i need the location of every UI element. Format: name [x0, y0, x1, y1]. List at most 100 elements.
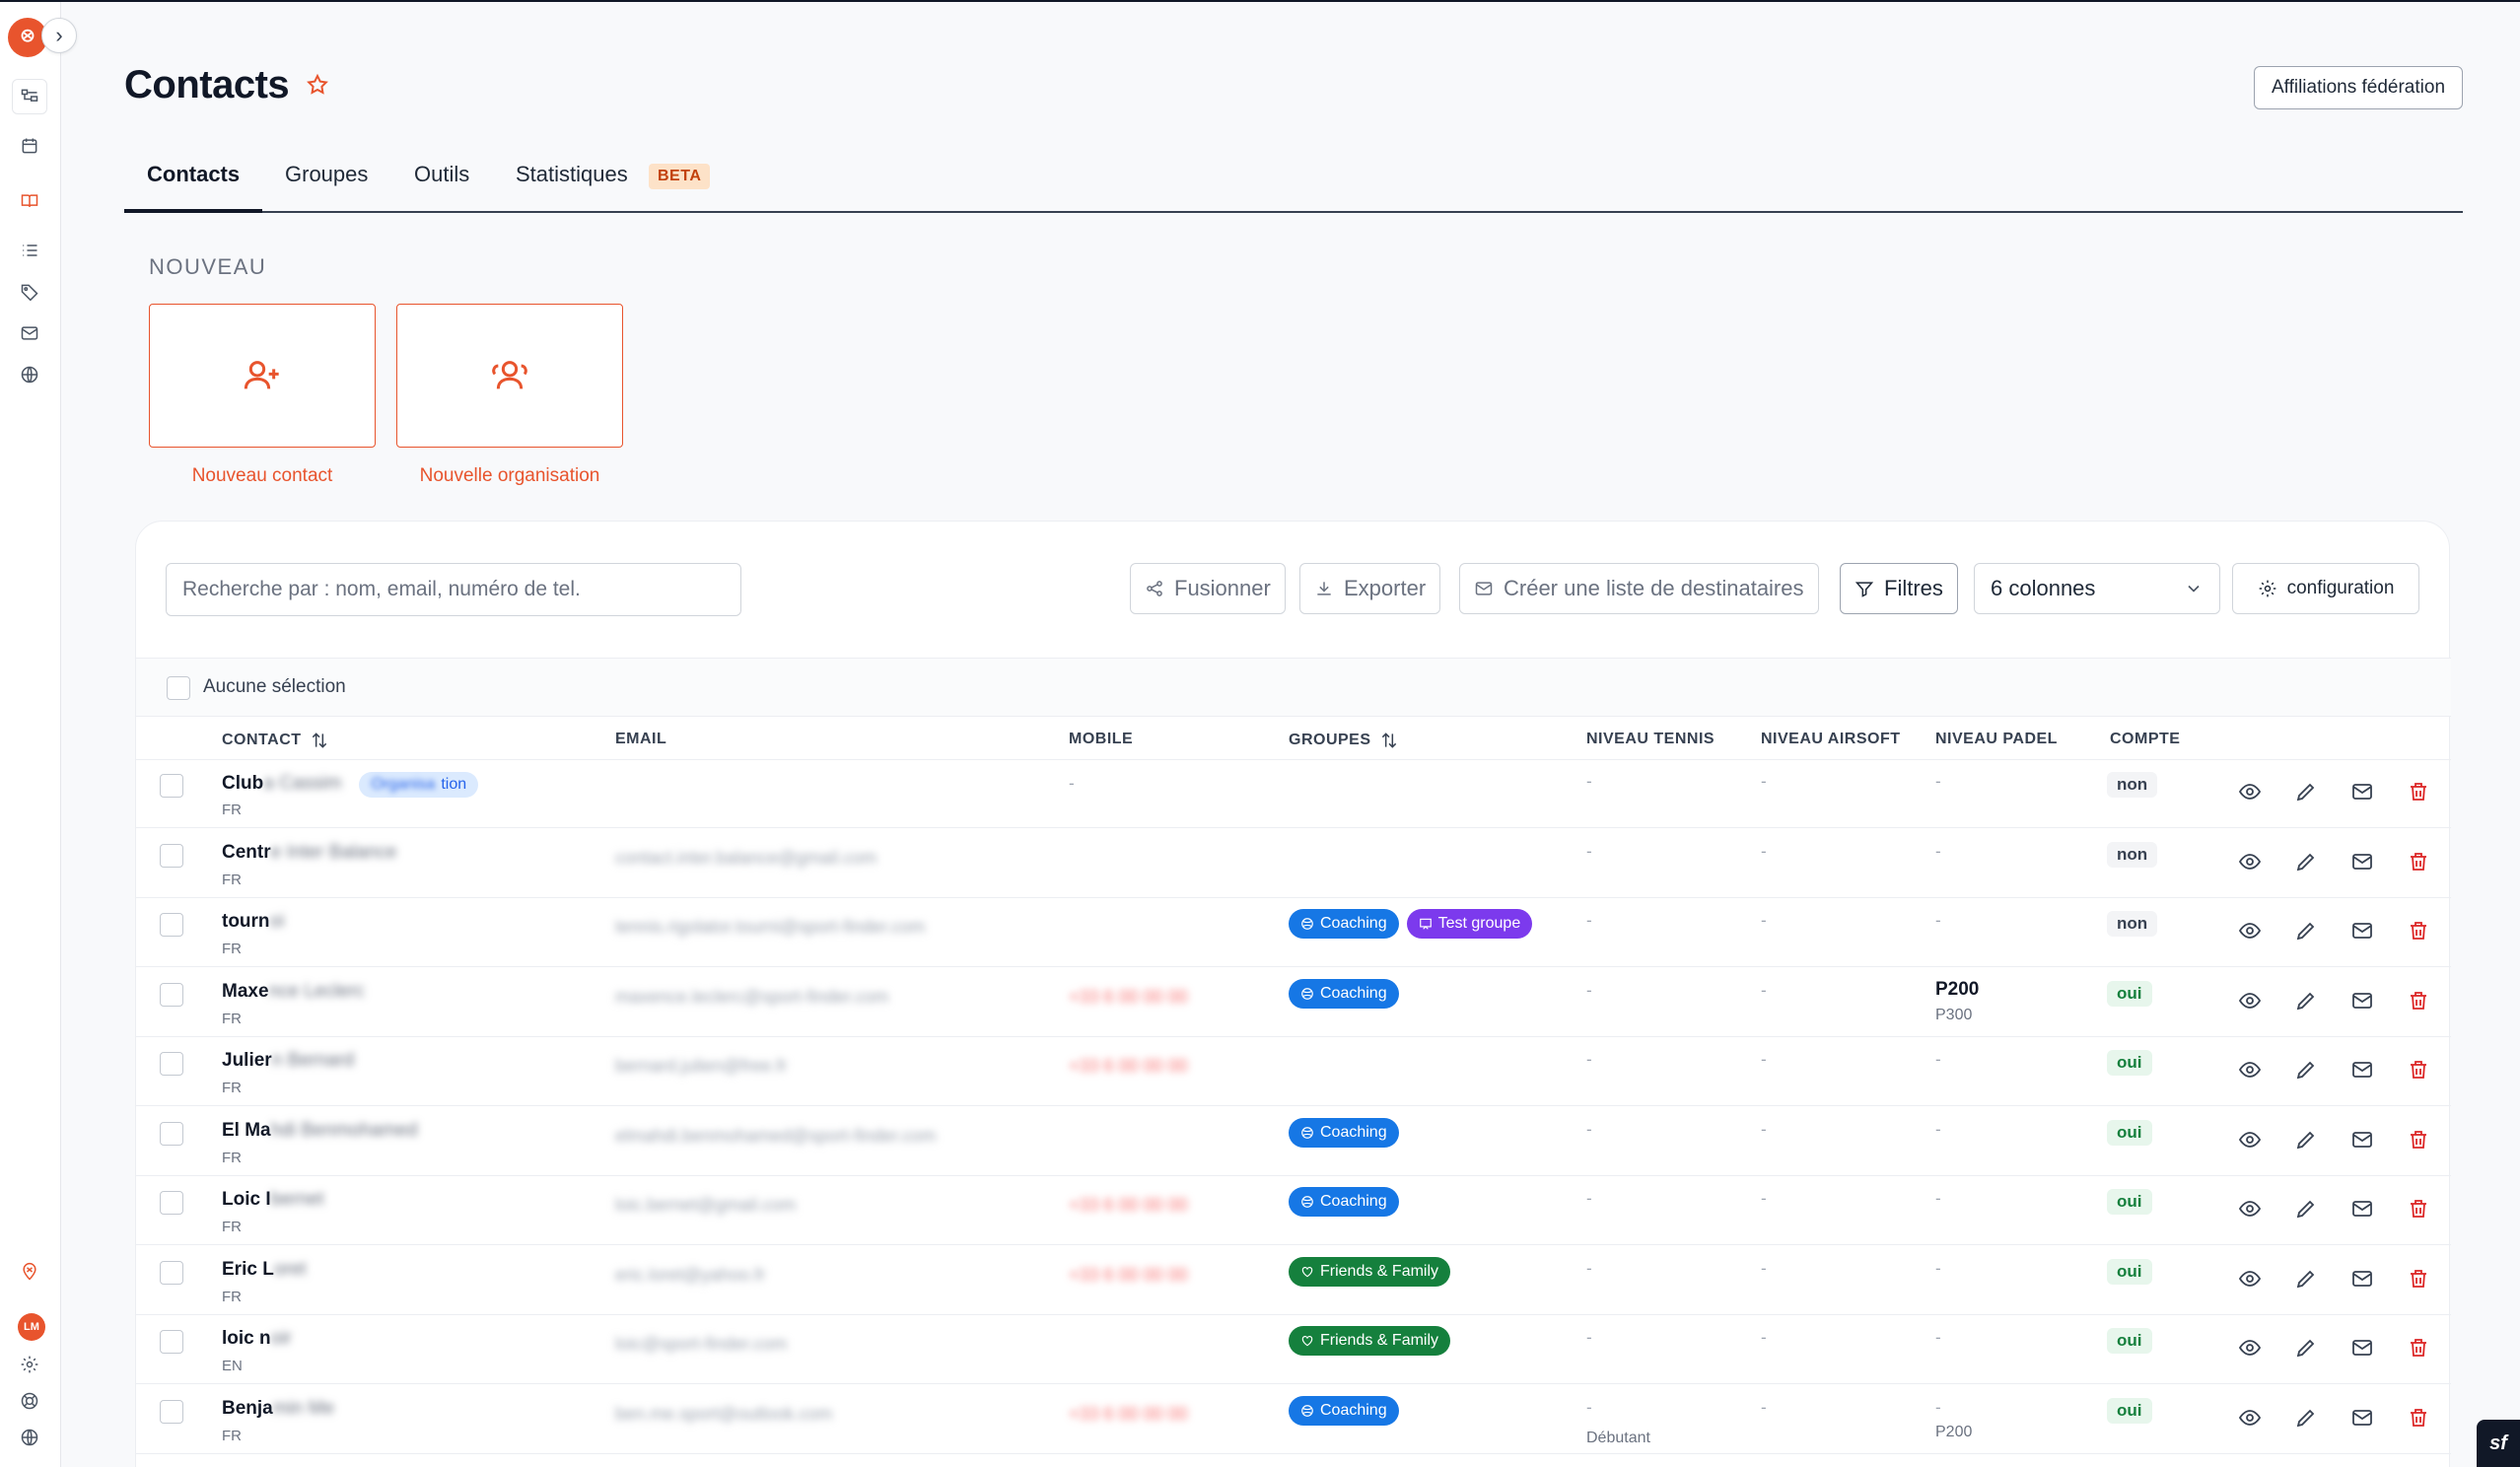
view-eye-icon[interactable]: [2236, 917, 2264, 944]
send-mail-icon[interactable]: [2348, 1334, 2376, 1362]
table-row[interactable]: Eric Loret FR eric.loret@yahoo.fr +33 6 …: [136, 1247, 2451, 1315]
table-row[interactable]: Loic Ibernet FR loic.bernet@gmail.com +3…: [136, 1177, 2451, 1245]
tab-groupes[interactable]: Groupes: [285, 162, 368, 187]
delete-trash-icon[interactable]: [2405, 1265, 2432, 1292]
group-chip[interactable]: Test groupe: [1406, 909, 1533, 939]
table-row[interactable]: loic noir EN loic@sport-finder.com Frien…: [136, 1316, 2451, 1384]
row-checkbox[interactable]: [160, 843, 183, 868]
contact-name[interactable]: Cluba Cassim Organisa tion: [222, 772, 479, 798]
group-chip[interactable]: Coaching: [1289, 1187, 1399, 1217]
edit-pencil-icon[interactable]: [2292, 917, 2320, 944]
table-row[interactable]: Benjamin Me FR ben.me.sport@outlook.com …: [136, 1386, 2451, 1454]
contact-name[interactable]: Eric Loret: [222, 1259, 307, 1281]
sidebar-globe-icon[interactable]: [16, 361, 43, 388]
table-row[interactable]: Juliern Bernard FR bernard.julien@free.f…: [136, 1038, 2451, 1106]
sidebar-tree-icon[interactable]: [12, 79, 47, 114]
view-eye-icon[interactable]: [2236, 1334, 2264, 1362]
sidebar-help-icon[interactable]: [16, 1387, 43, 1415]
user-avatar[interactable]: LM: [18, 1313, 45, 1341]
tab-contacts[interactable]: Contacts: [147, 162, 240, 187]
contact-email[interactable]: loic@sport-finder.com: [615, 1334, 787, 1355]
row-checkbox[interactable]: [160, 1052, 183, 1076]
contact-name[interactable]: El Mahdi Benmohamed: [222, 1120, 418, 1142]
search-input[interactable]: [166, 563, 741, 616]
contact-email[interactable]: loic.bernet@gmail.com: [615, 1195, 796, 1216]
contact-email[interactable]: ben.me.sport@outlook.com: [615, 1404, 832, 1425]
table-row[interactable]: El Mahdi Benmohamed FR elmahdi.benmohame…: [136, 1108, 2451, 1176]
row-checkbox[interactable]: [160, 982, 183, 1007]
delete-trash-icon[interactable]: [2405, 987, 2432, 1014]
contact-email[interactable]: elmahdi.benmohamed@sport-finder.com: [615, 1126, 936, 1147]
tab-outils[interactable]: Outils: [414, 162, 469, 187]
group-chip[interactable]: Friends & Family: [1289, 1256, 1451, 1287]
view-eye-icon[interactable]: [2236, 778, 2264, 805]
contact-name[interactable]: Centre Inter Balance: [222, 842, 396, 864]
group-chip[interactable]: Friends & Family: [1289, 1326, 1451, 1356]
edit-pencil-icon[interactable]: [2292, 1265, 2320, 1292]
table-row[interactable]: Centre Inter Balance FR contact.inter.ba…: [136, 830, 2451, 898]
header-groupes[interactable]: GROUPES: [1289, 731, 1399, 750]
filters-button[interactable]: Filtres: [1840, 563, 1958, 614]
view-eye-icon[interactable]: [2236, 1404, 2264, 1432]
select-all-checkbox[interactable]: [167, 676, 190, 700]
expand-sidebar-button[interactable]: ›: [41, 18, 77, 53]
delete-trash-icon[interactable]: [2405, 1404, 2432, 1432]
columns-select[interactable]: 6 colonnes: [1974, 563, 2220, 614]
row-checkbox[interactable]: [160, 1330, 183, 1354]
edit-pencil-icon[interactable]: [2292, 848, 2320, 875]
edit-pencil-icon[interactable]: [2292, 1334, 2320, 1362]
delete-trash-icon[interactable]: [2405, 1334, 2432, 1362]
contact-name[interactable]: Benjamin Me: [222, 1398, 334, 1420]
view-eye-icon[interactable]: [2236, 1195, 2264, 1222]
send-mail-icon[interactable]: [2348, 1126, 2376, 1153]
send-mail-icon[interactable]: [2348, 1265, 2376, 1292]
contact-email[interactable]: contact.inter.balance@gmail.com: [615, 848, 876, 869]
sidebar-book-icon[interactable]: [16, 187, 43, 215]
row-checkbox[interactable]: [160, 1121, 183, 1146]
contact-email[interactable]: eric.loret@yahoo.fr: [615, 1265, 765, 1286]
new-contact-card[interactable]: [149, 304, 376, 448]
new-organisation-label[interactable]: Nouvelle organisation: [396, 465, 623, 487]
group-chip[interactable]: Coaching: [1289, 909, 1399, 939]
row-checkbox[interactable]: [160, 774, 183, 798]
row-checkbox[interactable]: [160, 1260, 183, 1285]
delete-trash-icon[interactable]: [2405, 848, 2432, 875]
sidebar-language-icon[interactable]: [16, 1424, 43, 1451]
sidebar-calendar-icon[interactable]: [16, 132, 43, 160]
view-eye-icon[interactable]: [2236, 1126, 2264, 1153]
contact-email[interactable]: maxence.leclerc@sport-finder.com: [615, 987, 888, 1008]
edit-pencil-icon[interactable]: [2292, 778, 2320, 805]
create-recipient-list-button[interactable]: Créer une liste de destinataires: [1459, 563, 1819, 614]
view-eye-icon[interactable]: [2236, 848, 2264, 875]
delete-trash-icon[interactable]: [2405, 1056, 2432, 1083]
edit-pencil-icon[interactable]: [2292, 1404, 2320, 1432]
delete-trash-icon[interactable]: [2405, 1195, 2432, 1222]
header-contact[interactable]: CONTACT: [222, 731, 329, 750]
contact-name[interactable]: loic noir: [222, 1328, 292, 1350]
send-mail-icon[interactable]: [2348, 917, 2376, 944]
contact-email[interactable]: tennis.rigolator.tourni@sport-finder.com: [615, 917, 925, 938]
contact-name[interactable]: Maxence Leclerc: [222, 981, 365, 1003]
affiliations-federation-button[interactable]: Affiliations fédération: [2254, 66, 2463, 109]
sidebar-mail-icon[interactable]: [16, 319, 43, 347]
edit-pencil-icon[interactable]: [2292, 987, 2320, 1014]
delete-trash-icon[interactable]: [2405, 778, 2432, 805]
sidebar-list-icon[interactable]: [16, 237, 43, 264]
table-row[interactable]: Maxence Leclerc FR maxence.leclerc@sport…: [136, 969, 2451, 1037]
contact-email[interactable]: bernard.julien@free.fr: [615, 1056, 787, 1077]
edit-pencil-icon[interactable]: [2292, 1126, 2320, 1153]
new-contact-label[interactable]: Nouveau contact: [149, 465, 376, 487]
row-checkbox[interactable]: [160, 1399, 183, 1424]
view-eye-icon[interactable]: [2236, 987, 2264, 1014]
debug-toolbar-icon[interactable]: sf: [2477, 1420, 2520, 1467]
sidebar-settings-icon[interactable]: [16, 1351, 43, 1378]
group-chip[interactable]: Coaching: [1289, 1117, 1399, 1148]
table-row[interactable]: Cluba Cassim Organisa tion FR - - - - non: [136, 760, 2451, 828]
sidebar-tag-icon[interactable]: [16, 278, 43, 306]
send-mail-icon[interactable]: [2348, 848, 2376, 875]
row-checkbox[interactable]: [160, 913, 183, 937]
new-organisation-card[interactable]: [396, 304, 623, 448]
merge-button[interactable]: Fusionner: [1130, 563, 1286, 614]
tab-statistiques[interactable]: Statistiques: [516, 162, 628, 187]
configuration-button[interactable]: configuration: [2232, 563, 2419, 614]
